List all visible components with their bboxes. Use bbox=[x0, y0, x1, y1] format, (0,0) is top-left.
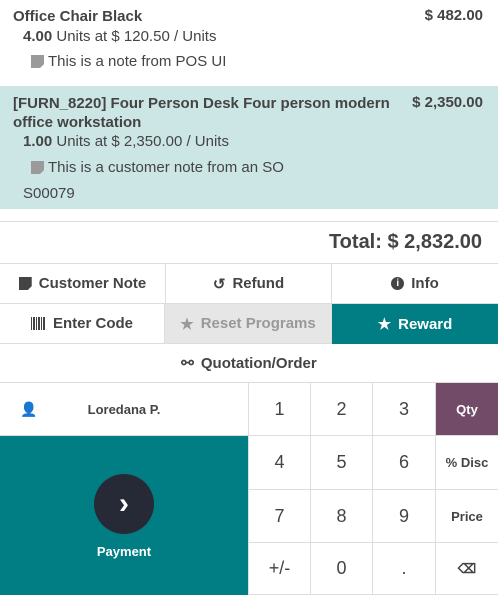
customer-note-label: Customer Note bbox=[38, 275, 147, 292]
star-icon: ★ bbox=[377, 316, 392, 333]
order-line[interactable]: Office Chair Black $ 482.00 4.00 Units a… bbox=[0, 0, 498, 86]
product-name: Office Chair Black bbox=[13, 8, 143, 25]
numpad-key[interactable]: % Disc bbox=[435, 436, 498, 490]
customer-button[interactable]: 👤 Loredana P. bbox=[0, 383, 248, 436]
order-line-selected[interactable]: [FURN_8220] Four Person Desk Four person… bbox=[0, 86, 498, 209]
user-icon: 👤 bbox=[20, 400, 38, 417]
customer-note-button[interactable]: Customer Note bbox=[0, 264, 166, 304]
line-qty: 1.00 bbox=[23, 133, 53, 150]
reset-programs-button[interactable]: ★ Reset Programs bbox=[165, 304, 332, 344]
numpad-key[interactable]: 2 bbox=[310, 383, 372, 436]
numpad-key[interactable]: 9 bbox=[372, 490, 435, 543]
line-note: This is a note from POS UI bbox=[48, 53, 227, 70]
numpad-key[interactable]: 3 bbox=[372, 383, 435, 436]
numpad-key[interactable]: Price bbox=[435, 490, 498, 543]
enter-code-label: Enter Code bbox=[52, 315, 133, 332]
enter-code-button[interactable]: Enter Code bbox=[0, 304, 165, 344]
payment-button[interactable]: › Payment bbox=[0, 436, 248, 595]
chevron-right-icon: › bbox=[94, 474, 154, 534]
note-icon bbox=[31, 161, 44, 174]
numpad-key[interactable]: 5 bbox=[310, 436, 372, 490]
backspace-key[interactable]: ⌫ bbox=[435, 543, 498, 595]
note-icon bbox=[31, 55, 44, 68]
line-qty: 4.00 bbox=[23, 28, 53, 45]
reset-programs-label: Reset Programs bbox=[200, 315, 316, 332]
info-button[interactable]: i Info bbox=[332, 264, 498, 304]
numpad-key[interactable]: 8 bbox=[310, 490, 372, 543]
quotation-label: Quotation/Order bbox=[200, 354, 317, 372]
info-icon: i bbox=[391, 277, 405, 290]
product-name: [FURN_8220] Four Person Desk Four person… bbox=[13, 95, 390, 112]
line-unit-text: Units at $ 2,350.00 / Units bbox=[56, 133, 229, 150]
numpad-key[interactable]: 0 bbox=[310, 543, 372, 595]
numpad-key[interactable]: 4 bbox=[248, 436, 310, 490]
line-origin: S00079 bbox=[23, 185, 75, 202]
quotation-order-button[interactable]: ⚯ Quotation/Order bbox=[0, 344, 498, 383]
customer-name: Loredana P. bbox=[87, 401, 161, 417]
payment-label: Payment bbox=[96, 544, 152, 559]
numpad-key[interactable]: . bbox=[372, 543, 435, 595]
star-icon: ★ bbox=[180, 315, 194, 333]
line-price: $ 482.00 bbox=[424, 7, 483, 24]
line-price: $ 2,350.00 bbox=[412, 94, 483, 111]
line-note: This is a customer note from an SO bbox=[48, 159, 284, 176]
link-icon: ⚯ bbox=[181, 355, 194, 372]
product-name-cont: office workstation bbox=[13, 114, 142, 131]
numpad-key[interactable]: +/- bbox=[248, 543, 310, 595]
backspace-icon: ⌫ bbox=[457, 560, 477, 576]
refund-label: Refund bbox=[232, 275, 285, 292]
numpad-key[interactable]: 7 bbox=[248, 490, 310, 543]
refund-button[interactable]: ↺ Refund bbox=[166, 264, 332, 304]
info-label: Info bbox=[411, 275, 439, 292]
note-icon bbox=[18, 277, 32, 290]
undo-icon: ↺ bbox=[212, 275, 226, 293]
numpad-key[interactable]: 6 bbox=[372, 436, 435, 490]
barcode-icon bbox=[30, 317, 46, 330]
line-unit-text: Units at $ 120.50 / Units bbox=[56, 28, 217, 45]
qty-mode-key[interactable]: Qty bbox=[435, 383, 498, 436]
numpad-key[interactable]: 1 bbox=[248, 383, 310, 436]
order-total: Total: $ 2,832.00 bbox=[328, 231, 482, 253]
reward-label: Reward bbox=[398, 315, 453, 333]
reward-button[interactable]: ★ Reward bbox=[332, 304, 498, 344]
